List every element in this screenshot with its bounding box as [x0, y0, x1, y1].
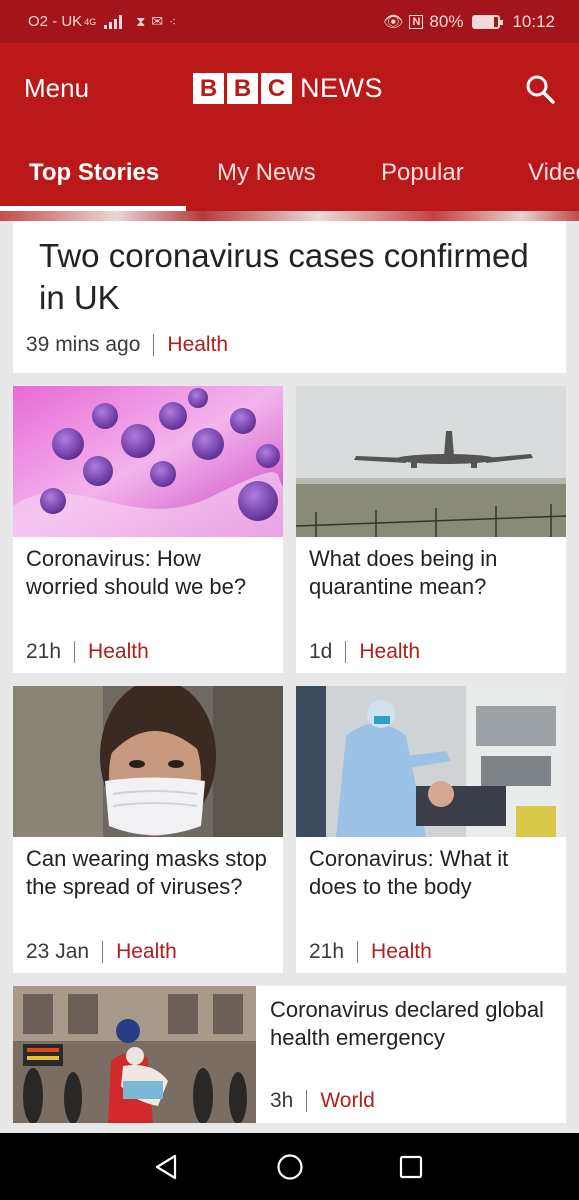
story-thumbnail-virus [13, 386, 283, 537]
hourglass-icon: ⧗ [136, 13, 146, 29]
story-thumbnail-ambulance [296, 686, 566, 837]
divider [74, 641, 76, 663]
story-time: 21h [26, 640, 62, 663]
story-thumbnail-station [13, 986, 256, 1123]
menu-button[interactable]: Menu [24, 73, 89, 104]
mail-icon: ✉ [151, 13, 164, 29]
signal-icon [104, 14, 123, 29]
story-card[interactable]: What does being in quarantine mean? 1d H… [296, 386, 566, 673]
story-section-link[interactable]: Health [371, 940, 432, 964]
story-headline: Coronavirus: How worried should we be? [26, 546, 247, 599]
story-headline: Coronavirus declared global health emerg… [270, 997, 544, 1050]
story-headline: Coronavirus: What it does to the body [309, 846, 509, 899]
story-meta: 21h Health [309, 940, 432, 964]
story-card[interactable]: Coronavirus declared global health emerg… [13, 986, 566, 1123]
app-header: Menu B B C NEWS [0, 43, 579, 135]
section-tabs: Top Stories My News Popular Video [0, 135, 579, 211]
divider [153, 334, 155, 356]
story-card-hero[interactable]: Two coronavirus cases confirmed in UK 39… [13, 221, 566, 373]
story-time: 3h [270, 1089, 294, 1112]
divider [306, 1090, 308, 1112]
search-icon [526, 75, 555, 104]
battery-percent: 80% [429, 11, 464, 31]
story-section-link[interactable]: Health [88, 640, 149, 664]
story-section-link[interactable]: Health [359, 640, 420, 664]
divider [345, 641, 347, 663]
story-meta: 23 Jan Health [26, 940, 177, 964]
tab-popular[interactable]: Popular [381, 159, 464, 187]
tab-my-news[interactable]: My News [217, 159, 316, 187]
battery-icon [472, 14, 504, 29]
tab-video[interactable]: Video [528, 159, 579, 187]
logo-letter: B [193, 73, 224, 104]
story-meta: 21h Health [26, 640, 149, 664]
story-headline: Two coronavirus cases confirmed in UK [39, 237, 529, 316]
story-card[interactable]: Can wearing masks stop the spread of vir… [13, 686, 283, 973]
nfc-icon: N [409, 14, 424, 29]
story-time: 39 mins ago [26, 333, 141, 356]
status-bar: O2 - UK 4G ⧗ ✉ ⁖ 👁 N 80% 10:12 [0, 0, 579, 43]
carrier-label: O2 - UK [28, 13, 83, 30]
story-section-link[interactable]: World [320, 1089, 374, 1113]
tab-top-stories[interactable]: Top Stories [29, 159, 159, 187]
story-thumbnail-plane [296, 386, 566, 537]
story-thumbnail-mask [13, 686, 283, 837]
story-meta: 1d Health [309, 640, 420, 664]
logo-letter: C [261, 73, 292, 104]
system-navigation-bar [0, 1133, 579, 1200]
divider [357, 941, 359, 963]
hero-image-strip [0, 211, 579, 221]
story-time: 1d [309, 640, 333, 663]
recents-icon[interactable] [398, 1154, 424, 1180]
eye-icon: 👁 [383, 13, 404, 31]
story-section-link[interactable]: Health [116, 940, 177, 964]
story-headline: Can wearing masks stop the spread of vir… [26, 846, 267, 899]
story-meta: 39 mins ago Health [26, 333, 228, 357]
logo-letter: B [227, 73, 258, 104]
story-section-link[interactable]: Health [167, 333, 228, 357]
story-time: 21h [309, 940, 345, 963]
share-icon: ⁖ [169, 14, 177, 29]
home-icon[interactable] [276, 1153, 304, 1181]
story-card[interactable]: Coronavirus: What it does to the body 21… [296, 686, 566, 973]
divider [102, 941, 104, 963]
back-icon[interactable] [153, 1153, 179, 1181]
clock: 10:12 [512, 11, 555, 31]
story-headline: What does being in quarantine mean? [309, 546, 498, 599]
story-card[interactable]: Coronavirus: How worried should we be? 2… [13, 386, 283, 673]
bbc-news-logo: B B C NEWS [193, 73, 383, 104]
search-button[interactable] [524, 73, 556, 105]
story-time: 23 Jan [26, 940, 90, 963]
logo-word: NEWS [300, 73, 383, 103]
story-meta: 3h World [270, 1089, 375, 1113]
network-type: 4G [84, 16, 97, 27]
